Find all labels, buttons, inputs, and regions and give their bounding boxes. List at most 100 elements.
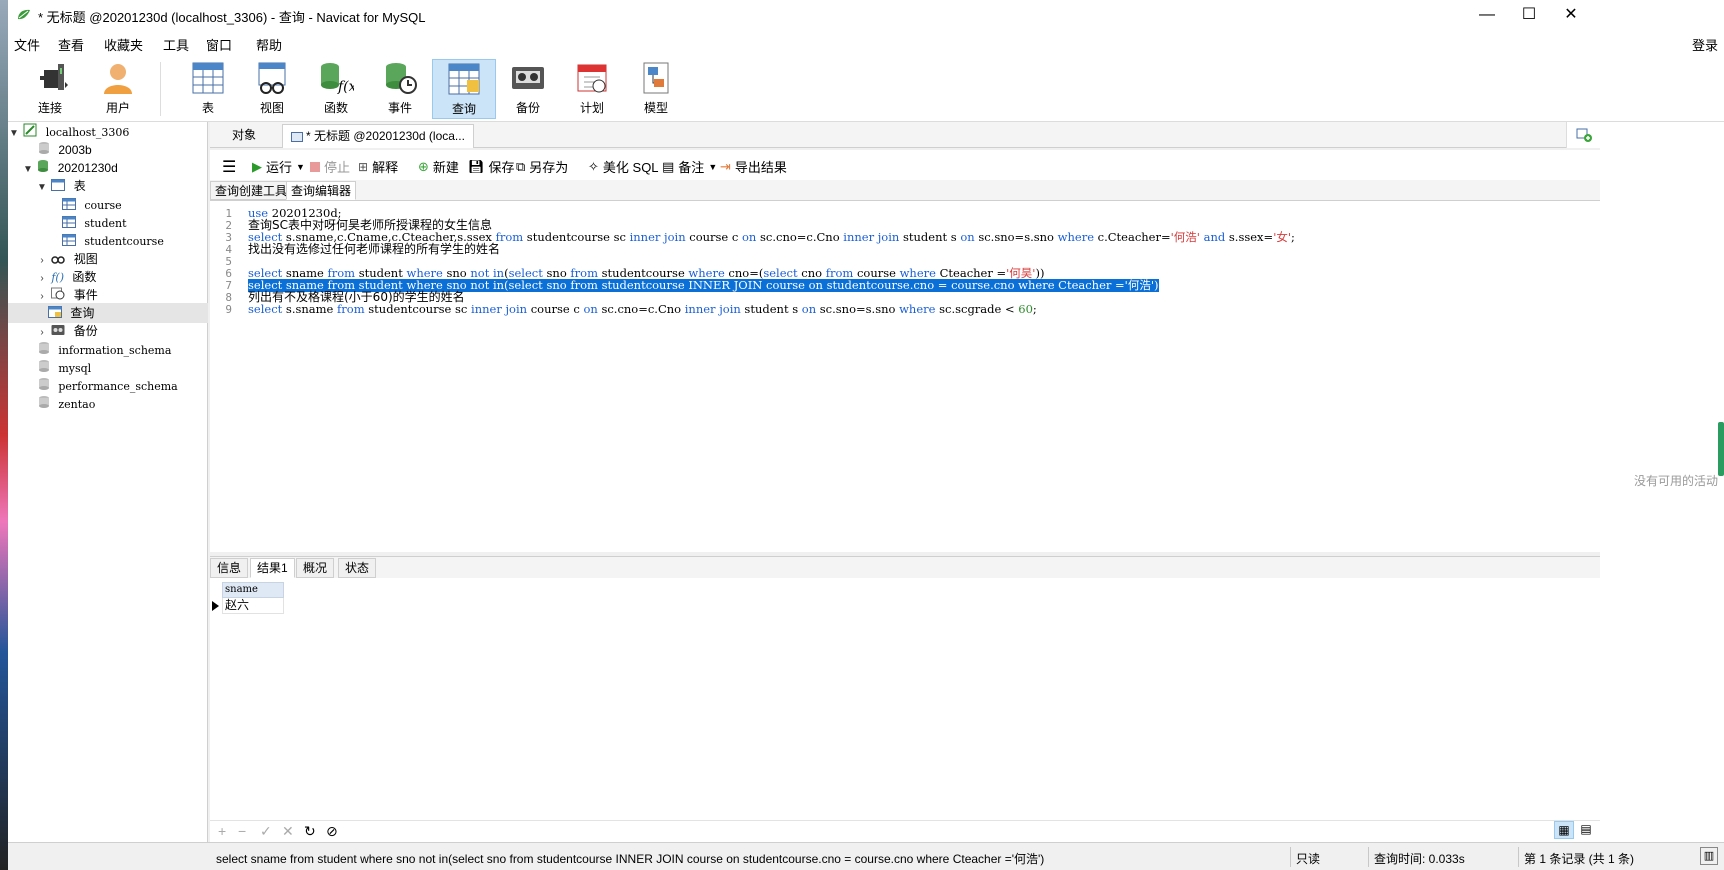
new-label: 新建 xyxy=(432,160,459,175)
discard-changes-button[interactable]: ✕ xyxy=(282,823,294,840)
model-button[interactable]: 模型 xyxy=(624,59,688,119)
tree-db-zentao[interactable]: zentao xyxy=(38,394,95,414)
beautify-label: 美化 SQL xyxy=(602,160,659,175)
run-button[interactable]: ▶ 运行 ▼ xyxy=(252,157,305,176)
sql-text: studentcourse sc xyxy=(523,230,630,244)
tab-query-builder[interactable]: 查询创建工具 xyxy=(210,181,293,200)
toolbar-separator xyxy=(160,62,161,116)
tab-profile[interactable]: 概况 xyxy=(296,558,335,578)
editor-tab-bar: 对象 * 无标题 @20201230d (loca... xyxy=(210,122,1600,148)
table-name: course xyxy=(84,199,122,212)
tree-db-2003b[interactable]: 2003b xyxy=(38,140,92,160)
tree-events[interactable]: › 事件 xyxy=(36,285,98,305)
delete-record-button[interactable]: − xyxy=(238,823,246,839)
tree-views[interactable]: › 视图 xyxy=(36,249,97,269)
maximize-button[interactable]: ☐ xyxy=(1506,4,1552,26)
explain-button[interactable]: ⊞ 解释 xyxy=(358,157,398,176)
function-button[interactable]: f(x) 函数 xyxy=(304,59,368,119)
table-button[interactable]: 表 xyxy=(176,59,240,119)
save-as-label: 另存为 xyxy=(529,160,569,175)
scrollbar-thumb[interactable] xyxy=(1718,422,1724,476)
new-icon: ⊕ xyxy=(418,158,429,174)
tree-queries[interactable]: 查询 xyxy=(8,303,208,323)
editor-subtabs: 查询创建工具 查询编辑器 xyxy=(210,180,1600,200)
connection-icon xyxy=(23,123,37,143)
result-grid: sname 赵六 xyxy=(210,578,1600,820)
tree-db-mysql[interactable]: mysql xyxy=(38,358,91,378)
menu-favorites[interactable]: 收藏夹 xyxy=(104,35,143,54)
comment-button[interactable]: ▤ 备注 ▼ xyxy=(662,157,717,176)
grid-view-icon[interactable]: ▦ xyxy=(1554,821,1574,839)
sql-editor[interactable]: 1 2 3 4 5 6 7 8 9 use 20201230d; 查询SC表中对… xyxy=(210,200,1600,552)
tree-backups[interactable]: › 备份 xyxy=(36,321,97,341)
model-label: 模型 xyxy=(643,101,668,115)
query-button[interactable]: 查询 xyxy=(432,59,496,119)
hamburger-menu-icon[interactable]: ☰ xyxy=(222,157,236,177)
new-tab-button[interactable] xyxy=(1566,122,1600,148)
tab-query[interactable]: * 无标题 @20201230d (loca... xyxy=(282,124,474,148)
tree-table-course[interactable]: course xyxy=(62,195,122,215)
tree-connection[interactable]: ▼ localhost_3306 xyxy=(8,122,208,142)
chevron-down-icon[interactable]: ▼ xyxy=(8,124,20,144)
view-button[interactable]: 视图 xyxy=(240,59,304,119)
result-tabs: 信息 结果1 概况 状态 xyxy=(210,556,1600,578)
stop-button[interactable]: 停止 xyxy=(310,157,350,176)
explain-label: 解释 xyxy=(372,160,399,175)
refresh-button[interactable]: ↻ xyxy=(304,823,316,840)
tab-objects[interactable]: 对象 xyxy=(224,124,264,148)
chevron-down-icon[interactable]: ▼ xyxy=(36,178,48,198)
sql-text: sc.sno=s.sno xyxy=(816,302,900,316)
table-row[interactable]: 赵六 xyxy=(222,598,284,614)
sql-text: sc.cno=c.Cno xyxy=(756,230,844,244)
tree-db-current[interactable]: ▼ 20201230d xyxy=(22,158,118,178)
add-record-button[interactable]: + xyxy=(218,823,226,839)
menu-file[interactable]: 文件 xyxy=(14,35,40,54)
tree-functions[interactable]: › f() 函数 xyxy=(36,267,96,287)
layout-toggle-icon[interactable]: ▥ xyxy=(1700,847,1718,865)
events-label: 事件 xyxy=(73,288,98,302)
sql-keyword: on xyxy=(801,302,817,316)
user-button[interactable]: 用户 xyxy=(86,59,150,119)
beautify-sql-button[interactable]: ✧ 美化 SQL xyxy=(588,157,659,176)
login-link[interactable]: 登录 xyxy=(1692,35,1718,54)
save-label: 保存 xyxy=(488,160,515,175)
export-results-button[interactable]: ⇥ 导出结果 xyxy=(720,157,787,176)
form-view-icon[interactable]: ▤ xyxy=(1576,821,1596,839)
tree-db-information-schema[interactable]: information_schema xyxy=(38,340,171,360)
tab-status[interactable]: 状态 xyxy=(338,558,377,578)
apply-changes-button[interactable]: ✓ xyxy=(260,823,272,840)
tree-table-student[interactable]: student xyxy=(62,213,127,233)
tree-tables[interactable]: ▼ 表 xyxy=(36,176,86,196)
view-icon xyxy=(252,59,292,97)
column-header-sname[interactable]: sname xyxy=(222,582,284,598)
chevron-down-icon[interactable]: ▼ xyxy=(22,160,34,180)
sql-keyword: inner join xyxy=(684,302,741,316)
tree-table-studentcourse[interactable]: studentcourse xyxy=(62,231,164,251)
menu-help[interactable]: 帮助 xyxy=(256,35,282,54)
minimize-button[interactable]: — xyxy=(1464,4,1510,26)
caret-down-icon[interactable]: ▼ xyxy=(296,162,305,172)
menu-view[interactable]: 查看 xyxy=(58,35,84,54)
schedule-button[interactable]: 计划 xyxy=(560,59,624,119)
save-as-button[interactable]: ⧉ 另存为 xyxy=(516,157,568,176)
tab-info[interactable]: 信息 xyxy=(210,558,249,578)
connect-button[interactable]: 连接 xyxy=(14,59,86,119)
view-label: 视图 xyxy=(259,101,284,115)
save-button[interactable]: 💾︎ 保存 xyxy=(468,157,515,176)
backup-button[interactable]: 备份 xyxy=(496,59,560,119)
tab-query-editor[interactable]: 查询编辑器 xyxy=(286,181,357,200)
status-readonly: 只读 xyxy=(1296,852,1321,866)
tab-result1[interactable]: 结果1 xyxy=(250,558,295,578)
menu-tools[interactable]: 工具 xyxy=(163,35,189,54)
event-button[interactable]: 事件 xyxy=(368,59,432,119)
caret-down-icon[interactable]: ▼ xyxy=(708,162,717,172)
sql-keyword: on xyxy=(960,230,975,244)
close-button[interactable]: ✕ xyxy=(1548,4,1594,26)
code-line-4: 找出没有选修过任何老师课程的所有学生的姓名 xyxy=(248,242,501,256)
function-label: 函数 xyxy=(323,101,348,115)
query-tab-label: * 无标题 @20201230d (loca... xyxy=(306,129,465,143)
menu-window[interactable]: 窗口 xyxy=(206,35,232,54)
tree-db-performance-schema[interactable]: performance_schema xyxy=(38,376,178,396)
stop-refresh-button[interactable]: ⊘ xyxy=(326,823,338,840)
new-query-button[interactable]: ⊕ 新建 xyxy=(418,157,459,176)
